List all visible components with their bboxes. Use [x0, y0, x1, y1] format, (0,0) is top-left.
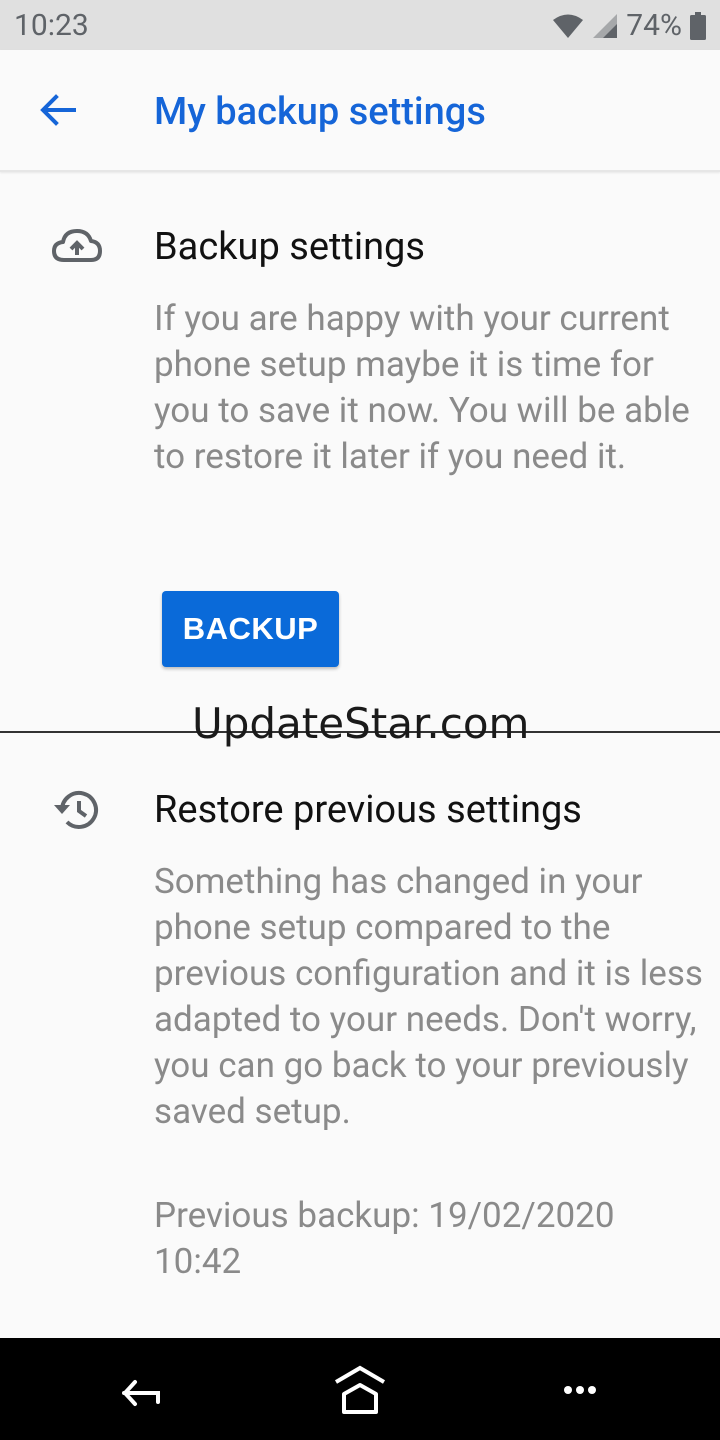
more-nav-icon[interactable]: [550, 1360, 610, 1420]
backup-button[interactable]: BACKUP: [162, 591, 339, 667]
backup-section-description: If you are happy with your current phone…: [154, 298, 690, 477]
page-title: My backup settings: [154, 90, 486, 134]
wifi-icon: [553, 14, 584, 38]
history-icon: [54, 790, 98, 829]
restore-section-description: Something has changed in your phone setu…: [154, 861, 703, 1132]
restore-section-title: Restore previous settings: [154, 788, 582, 832]
watermark: UpdateStar.com: [192, 699, 530, 748]
arrow-back-icon[interactable]: [34, 86, 82, 134]
previous-backup-text: Previous backup: 19/02/2020 10:42: [154, 1195, 615, 1282]
battery-percent: 74%: [626, 8, 682, 43]
back-nav-icon[interactable]: [108, 1360, 168, 1420]
status-icons: 74%: [552, 6, 706, 46]
cell-signal-icon: [593, 14, 618, 38]
app-bar: My backup settings: [0, 50, 720, 172]
backup-section-title: Backup settings: [154, 225, 426, 269]
battery-icon: [690, 12, 706, 40]
home-nav-icon[interactable]: [330, 1360, 390, 1420]
status-bar: 10:23 74%: [0, 0, 720, 50]
status-time: 10:23: [14, 8, 89, 43]
cloud-upload-icon: [52, 229, 102, 262]
navigation-bar: [0, 1338, 720, 1440]
